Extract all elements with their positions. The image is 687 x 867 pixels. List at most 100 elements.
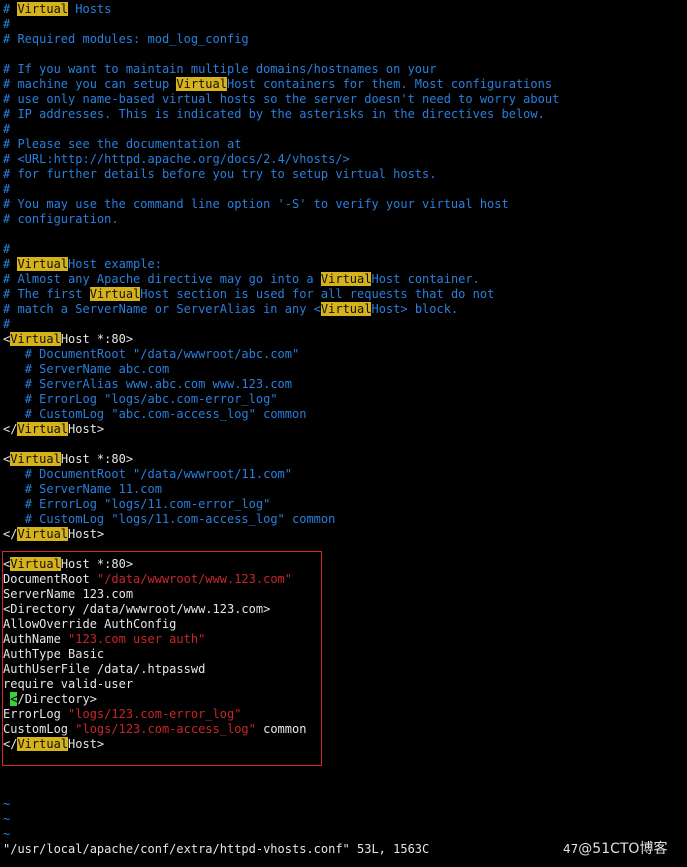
comment-text: #	[3, 317, 11, 331]
editor-line[interactable]: #	[3, 242, 687, 257]
editor-line[interactable]: <Directory /data/wwwroot/www.123.com>	[3, 602, 687, 617]
editor-line[interactable]: AuthName "123.com user auth"	[3, 632, 687, 647]
comment-text: Host section is used for all requests th…	[140, 287, 495, 301]
editor-line[interactable]: ~	[3, 827, 687, 842]
empty-line-marker: ~	[3, 812, 11, 826]
comment-text: Host> block.	[371, 302, 459, 316]
editor-line[interactable]	[3, 542, 687, 557]
editor-line[interactable]	[3, 767, 687, 782]
editor-line[interactable]: # machine you can setup VirtualHost cont…	[3, 77, 687, 92]
editor-line[interactable]: </VirtualHost>	[3, 527, 687, 542]
code-text: Host>	[68, 422, 105, 436]
comment-text: # CustomLog "logs/11.com-access_log" com…	[24, 512, 336, 526]
comment-text: #	[3, 242, 11, 256]
editor-line[interactable]: #	[3, 182, 687, 197]
code-text: </	[3, 527, 18, 541]
comment-text: # DocumentRoot "/data/wwwroot/abc.com"	[24, 347, 300, 361]
editor-line[interactable]: # The first VirtualHost section is used …	[3, 287, 687, 302]
string-literal: "logs/123.com-access_log"	[75, 722, 256, 736]
editor-line[interactable]	[3, 782, 687, 797]
editor-line[interactable]: ~	[3, 797, 687, 812]
editor-line[interactable]: # Virtual Hosts	[3, 2, 687, 17]
comment-text: # If you want to maintain multiple domai…	[3, 62, 437, 76]
comment-text: # machine you can setup	[3, 77, 177, 91]
code-text: ErrorLog	[3, 707, 69, 721]
code-text: </	[3, 422, 18, 436]
editor-line[interactable]: # ServerName 11.com	[3, 482, 687, 497]
watermark: @51CTO博客	[578, 841, 668, 857]
comment-text: # Please see the documentation at	[3, 137, 242, 151]
editor-line[interactable]: <VirtualHost *:80>	[3, 557, 687, 572]
editor-line[interactable]: # Please see the documentation at	[3, 137, 687, 152]
comment-text: # IP addresses. This is indicated by the…	[3, 107, 545, 121]
editor-line[interactable]: # CustomLog "logs/11.com-access_log" com…	[3, 512, 687, 527]
editor-line[interactable]: # ServerName abc.com	[3, 362, 687, 377]
comment-text: Hosts	[68, 2, 112, 16]
comment-text: # The first	[3, 287, 90, 301]
editor-line[interactable]: require valid-user	[3, 677, 687, 692]
editor-line[interactable]: # You may use the command line option '-…	[3, 197, 687, 212]
code-text: Host>	[68, 737, 105, 751]
comment-text: #	[3, 182, 11, 196]
editor-line[interactable]: # Required modules: mod_log_config	[3, 32, 687, 47]
editor-line[interactable]: AuthType Basic	[3, 647, 687, 662]
editor-line[interactable]: #	[3, 317, 687, 332]
code-text: ServerName 123.com	[3, 587, 134, 601]
code-text: AllowOverride AuthConfig	[3, 617, 177, 631]
editor-line[interactable]: # CustomLog "abc.com-access_log" common	[3, 407, 687, 422]
comment-text: # You may use the command line option '-…	[3, 197, 509, 211]
editor-line[interactable]: ServerName 123.com	[3, 587, 687, 602]
editor-line[interactable]: # configuration.	[3, 212, 687, 227]
comment-text: # for further details before you try to …	[3, 167, 437, 181]
code-text: DocumentRoot	[3, 572, 97, 586]
editor-line[interactable]: # DocumentRoot "/data/wwwroot/abc.com"	[3, 347, 687, 362]
comment-text: Host example:	[68, 257, 162, 271]
editor-line[interactable]	[3, 437, 687, 452]
editor-line[interactable]: ErrorLog "logs/123.com-error_log"	[3, 707, 687, 722]
editor-line[interactable]: DocumentRoot "/data/wwwroot/www.123.com"	[3, 572, 687, 587]
editor-line[interactable]: </VirtualHost>	[3, 737, 687, 752]
editor-line[interactable]: # DocumentRoot "/data/wwwroot/11.com"	[3, 467, 687, 482]
code-text: <Directory /data/wwwroot/www.123.com>	[3, 602, 271, 616]
editor-line[interactable]: # VirtualHost example:	[3, 257, 687, 272]
comment-text: # Almost any Apache directive may go int…	[3, 272, 321, 286]
search-highlight: Virtual	[17, 737, 69, 751]
code-text: Host *:80>	[60, 557, 134, 571]
editor-line[interactable]: # for further details before you try to …	[3, 167, 687, 182]
comment-text: # use only name-based virtual hosts so t…	[3, 92, 560, 106]
comment-text: #	[3, 257, 18, 271]
editor-line[interactable]: # ErrorLog "logs/11.com-error_log"	[3, 497, 687, 512]
editor-line[interactable]	[3, 47, 687, 62]
editor-line[interactable]	[3, 752, 687, 767]
comment-text: # match a ServerName or ServerAlias in a…	[3, 302, 321, 316]
editor-line[interactable]: #	[3, 17, 687, 32]
editor-line[interactable]: <VirtualHost *:80>	[3, 332, 687, 347]
editor-line[interactable]: # If you want to maintain multiple domai…	[3, 62, 687, 77]
editor-line[interactable]	[3, 227, 687, 242]
editor-line[interactable]: ~	[3, 812, 687, 827]
editor-line[interactable]: # <URL:http://httpd.apache.org/docs/2.4/…	[3, 152, 687, 167]
editor-buffer[interactable]: # Virtual Hosts # # Required modules: mod_…	[3, 2, 687, 842]
editor-line[interactable]: # ServerAlias www.abc.com www.123.com	[3, 377, 687, 392]
editor-line[interactable]: AuthUserFile /data/.htpasswd	[3, 662, 687, 677]
search-highlight: Virtual	[176, 77, 227, 91]
editor-line[interactable]: <VirtualHost *:80>	[3, 452, 687, 467]
code-text: CustomLog	[3, 722, 76, 736]
comment-text: # <URL:http://httpd.apache.org/docs/2.4/…	[3, 152, 350, 166]
code-text: AuthName	[3, 632, 69, 646]
editor-line[interactable]: #	[3, 122, 687, 137]
comment-text: # ErrorLog "logs/abc.com-error_log"	[24, 392, 278, 406]
editor-line[interactable]: # ErrorLog "logs/abc.com-error_log"	[3, 392, 687, 407]
editor-line[interactable]: CustomLog "logs/123.com-access_log" comm…	[3, 722, 687, 737]
editor-line[interactable]: </VirtualHost>	[3, 422, 687, 437]
editor-line[interactable]: AllowOverride AuthConfig	[3, 617, 687, 632]
editor-line[interactable]: # use only name-based virtual hosts so t…	[3, 92, 687, 107]
editor-line[interactable]: # IP addresses. This is indicated by the…	[3, 107, 687, 122]
editor-line[interactable]: # match a ServerName or ServerAlias in a…	[3, 302, 687, 317]
editor-line[interactable]: </Directory>	[3, 692, 687, 707]
editor-line[interactable]: # Almost any Apache directive may go int…	[3, 272, 687, 287]
code-text: require valid-user	[3, 677, 134, 691]
